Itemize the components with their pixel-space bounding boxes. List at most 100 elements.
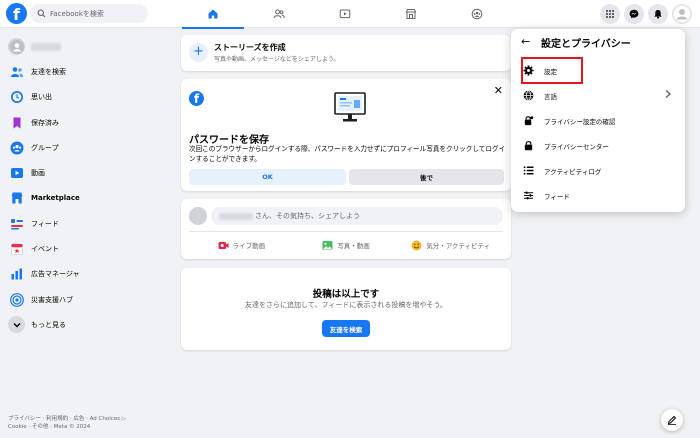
video-icon	[8, 165, 25, 182]
sidebar-item-feed[interactable]: フィード	[4, 211, 164, 236]
end-of-feed-subtitle: 友達をさらに追加して、フィードに表示される投稿を増やそう。	[245, 301, 447, 309]
new-message-button[interactable]	[661, 409, 683, 431]
menu-item-label: プライバシー設定の確認	[544, 117, 616, 126]
search-box[interactable]	[30, 4, 148, 23]
menu-title: 設定とプライバシー	[541, 39, 631, 50]
sidebar-item-saved[interactable]: 保存済み	[4, 110, 164, 135]
tab-home[interactable]	[180, 0, 246, 29]
find-friends-button[interactable]: 友達を検索	[322, 320, 370, 337]
notifications-button[interactable]	[648, 4, 668, 24]
sidebar-item-groups[interactable]: グループ	[4, 135, 164, 160]
friends-icon	[8, 63, 25, 80]
sidebar-item-see-more[interactable]: もっと見る	[4, 312, 164, 337]
marketplace-icon	[405, 9, 417, 19]
menu-button[interactable]	[600, 4, 620, 24]
sidebar-item-events[interactable]: イベント	[4, 236, 164, 261]
action-label: ライブ動画	[232, 242, 266, 250]
user-name-redacted	[219, 212, 253, 220]
default-avatar-icon	[9, 39, 24, 54]
later-button[interactable]: 後で	[349, 169, 504, 185]
sidebar-item-profile[interactable]	[4, 34, 164, 59]
composer-input[interactable]: さん、その気持ち、シェアしよう	[211, 207, 503, 225]
profile-avatar[interactable]	[672, 4, 692, 24]
messenger-icon	[629, 9, 639, 19]
menu-item-language[interactable]: 言語	[519, 83, 677, 108]
post-composer-card: さん、その気持ち、シェアしよう ライブ動画 写真・動画 気分・アクティビティ	[181, 199, 511, 259]
live-video-icon	[218, 241, 229, 249]
tab-marketplace[interactable]	[378, 0, 444, 28]
menu-item-activity-log[interactable]: アクティビティログ	[519, 158, 677, 183]
groups-icon	[8, 139, 25, 156]
chevron-right-icon	[665, 89, 672, 99]
saved-icon	[8, 114, 25, 131]
compose-icon	[667, 415, 677, 425]
ads-manager-icon	[8, 266, 25, 283]
notifications-icon	[654, 10, 662, 19]
list-icon	[521, 164, 535, 178]
globe-icon	[521, 89, 535, 103]
menu-item-privacy-checkup[interactable]: プライバシー設定の確認	[519, 108, 677, 133]
facebook-logo-icon[interactable]: f	[6, 3, 27, 24]
composer-prompt: さん、その気持ち、シェアしよう	[255, 212, 360, 220]
tab-video[interactable]	[312, 0, 378, 28]
sidebar-item-memories[interactable]: 思い出	[4, 85, 164, 110]
composer-actions: ライブ動画 写真・動画 気分・アクティビティ	[189, 235, 503, 255]
action-label: 写真・動画	[337, 242, 370, 250]
marketplace-icon	[8, 190, 25, 207]
close-icon[interactable]: ✕	[494, 85, 503, 96]
default-avatar-icon	[672, 4, 692, 24]
home-icon	[208, 9, 218, 19]
live-video-button[interactable]: ライブ動画	[189, 235, 294, 255]
save-password-card: f ✕ パスワードを保存 次回このブラウザーからログインする際、パスワードを入力…	[181, 79, 511, 191]
create-story-title: ストーリーズを作成	[214, 43, 286, 52]
avatar	[189, 207, 207, 225]
sidebar-item-crisis-response[interactable]: 災害支援ハブ	[4, 287, 164, 312]
chevron-down-icon	[8, 316, 25, 334]
tab-friends[interactable]	[246, 0, 312, 28]
tab-groups[interactable]	[444, 0, 510, 28]
create-story-card[interactable]: + ストーリーズを作成 写真や動画、メッセージなどをシェアしよう。	[181, 35, 511, 71]
feed-icon	[8, 215, 25, 232]
sidebar-item-label: もっと見る	[31, 320, 66, 329]
divider	[189, 231, 503, 232]
crisis-response-icon	[8, 291, 25, 308]
main-tabs	[180, 0, 510, 29]
plus-icon[interactable]: +	[189, 43, 208, 62]
sidebar-item-video[interactable]: 動画	[4, 160, 164, 185]
menu-item-label: フィード	[544, 192, 570, 201]
messenger-button[interactable]	[624, 4, 644, 24]
left-sidebar: 友達を検索 思い出 保存済み グループ 動画 Marketplace フィード …	[4, 34, 164, 338]
footer-line[interactable]: プライバシー · 利用規約 · 広告 · Ad Choices ▷	[8, 415, 168, 423]
menu-item-label: 言語	[544, 92, 557, 101]
sidebar-item-label: 友達を検索	[31, 67, 66, 76]
menu-item-settings[interactable]: 設定	[519, 57, 677, 84]
photo-icon	[322, 240, 333, 250]
search-input[interactable]	[50, 9, 145, 18]
sidebar-item-label: 思い出	[31, 93, 52, 102]
video-icon	[339, 9, 351, 19]
top-navigation-bar: f	[0, 0, 700, 29]
sidebar-item-find-friends[interactable]: 友達を検索	[4, 59, 164, 84]
ok-button[interactable]: OK	[189, 169, 346, 185]
top-right-controls	[600, 4, 692, 24]
sidebar-item-label: 広告マネージャ	[31, 270, 80, 279]
back-arrow-icon[interactable]: ←	[521, 35, 530, 49]
groups-icon	[471, 8, 483, 20]
sidebar-item-marketplace[interactable]: Marketplace	[4, 186, 164, 211]
photo-video-button[interactable]: 写真・動画	[294, 235, 399, 255]
profile-name-redacted	[31, 42, 61, 51]
action-label: 気分・アクティビティ	[426, 242, 491, 250]
menu-item-feed[interactable]: フィード	[519, 183, 677, 208]
events-icon	[8, 241, 25, 258]
sidebar-item-label: グループ	[31, 143, 59, 152]
footer-line[interactable]: Cookie · その他 · Meta © 2024	[8, 423, 168, 431]
menu-item-privacy-center[interactable]: プライバシーセンター	[519, 133, 677, 158]
create-story-subtitle: 写真や動画、メッセージなどをシェアしよう。	[214, 56, 340, 63]
sidebar-item-label: Marketplace	[31, 194, 80, 203]
settings-privacy-menu: ← 設定とプライバシー 設定 言語 プライバシー設定の確認 プライバシーセンター…	[511, 29, 685, 212]
sidebar-item-label: フィード	[31, 219, 59, 228]
sidebar-item-ads-manager[interactable]: 広告マネージャ	[4, 262, 164, 287]
lock-icon	[521, 139, 535, 153]
lock-check-icon	[521, 114, 535, 128]
feeling-activity-button[interactable]: 気分・アクティビティ	[398, 235, 503, 255]
